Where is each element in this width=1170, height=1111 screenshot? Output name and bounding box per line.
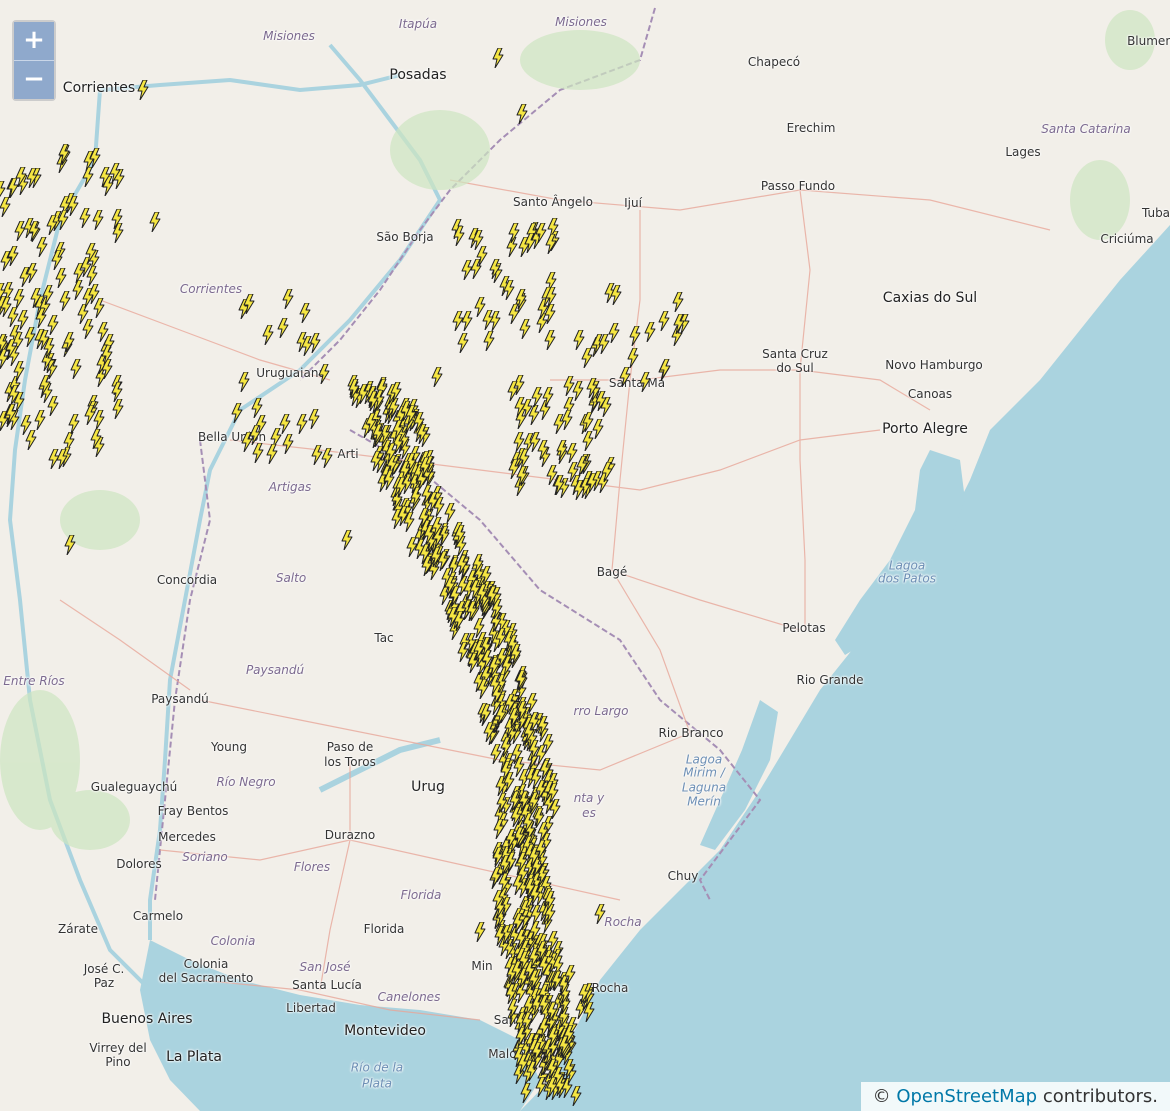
place-label: Erechim [786, 121, 836, 135]
zoom-control: + − [12, 20, 56, 101]
place-label: Colonia [210, 934, 256, 948]
place-label: Misiones [263, 29, 315, 43]
place-label: Flores [293, 860, 331, 874]
place-label: Paysandú [245, 663, 305, 677]
place-label: del Sacramento [158, 971, 254, 985]
place-label: Urug [411, 779, 445, 795]
place-label: Paz [93, 976, 115, 990]
place-label: Río de la [350, 1060, 404, 1075]
place-label: Young [211, 740, 247, 754]
place-label: Novo Hamburgo [885, 358, 983, 372]
place-label: Chapecó [747, 55, 801, 69]
place-label: dos Patos [878, 571, 936, 586]
place-label: Bella Unión [197, 430, 267, 444]
place-label: Rocha [591, 981, 629, 995]
place-label: Santo Ângelo [513, 195, 593, 209]
place-label: Colonia [183, 957, 229, 971]
place-label: Maldon [488, 1047, 532, 1061]
place-label: Ijuí [624, 196, 642, 210]
map-view[interactable]: Corrientes Posadas Itapúa Misiones Misiones C… [0, 0, 1170, 1111]
place-label: José C. [83, 962, 125, 976]
place-label: Tac [374, 631, 394, 645]
openstreetmap-link[interactable]: OpenStreetMap [896, 1086, 1037, 1107]
copyright-icon: © [872, 1086, 891, 1107]
zoom-in-button[interactable]: + [14, 22, 54, 60]
place-label: Río Negro [216, 775, 276, 789]
place-label: Zárate [58, 922, 98, 936]
place-label: Santa Ma [608, 376, 666, 390]
place-label: Paso de [326, 740, 374, 754]
place-label: nta y [573, 791, 605, 805]
place-label: Entre Ríos [3, 674, 65, 688]
place-label: Canoas [907, 387, 953, 401]
place-label: Salto [275, 571, 307, 585]
place-label: Fray Bentos [157, 804, 229, 818]
place-label: Santa Lucía [292, 978, 362, 992]
place-label: Porto Alegre [882, 421, 968, 437]
place-label: Rio Grande [796, 673, 864, 687]
place-label: Caxias do Sul [882, 290, 978, 306]
place-label: São Borja [376, 230, 434, 244]
place-label: Chuy [667, 869, 699, 883]
place-label: Misiones [555, 15, 607, 29]
place-label: Santa Cruz [762, 347, 828, 361]
place-label: rro Largo [573, 704, 629, 718]
place-label: Criciúma [1100, 232, 1154, 246]
place-label: Rio Branco [658, 726, 724, 740]
place-label: Blumen [1127, 34, 1170, 48]
place-label: Carmelo [132, 909, 184, 923]
place-label: Libertad [286, 1001, 336, 1015]
place-label: es [582, 806, 596, 820]
place-label: Bagé [596, 565, 628, 579]
place-label: Passo Fundo [760, 179, 836, 193]
place-label: Itapúa [398, 17, 438, 31]
basemap [0, 7, 1170, 1111]
attribution: © OpenStreetMap contributors. [860, 1082, 1170, 1111]
place-label: Lages [1005, 145, 1041, 159]
place-label: Virrey del [89, 1041, 147, 1055]
place-label: Posadas [389, 67, 447, 83]
place-label: Merín [687, 794, 721, 809]
place-label: Corrientes [62, 80, 136, 96]
place-label: La Plata [166, 1049, 222, 1065]
place-label: Dolores [116, 857, 162, 871]
place-label: Pino [105, 1055, 131, 1069]
place-label: San [493, 1013, 517, 1027]
place-label: Florida [400, 888, 442, 902]
place-label: Gualeguaychú [90, 780, 178, 794]
place-label: Soriano [182, 850, 228, 864]
place-label: Canelones [377, 990, 441, 1004]
zoom-out-button[interactable]: − [14, 60, 54, 99]
place-label: Pelotas [782, 621, 826, 635]
place-label: Artigas [268, 480, 312, 494]
place-label: Mirim / [683, 765, 725, 780]
place-label: Tuba [1141, 206, 1170, 220]
place-label: Concordia [156, 573, 218, 587]
place-label: Mercedes [158, 830, 216, 844]
place-label: Uruguaiana [256, 366, 326, 380]
place-label: Montevideo [344, 1023, 426, 1039]
place-label: Arti [337, 447, 359, 461]
place-label: Min [471, 959, 493, 973]
place-label: los Toros [324, 755, 376, 769]
place-label: Buenos Aires [101, 1011, 193, 1027]
place-label: Corrientes [179, 282, 243, 296]
atlantic-ocean [520, 225, 1170, 1111]
place-label: do Sul [776, 361, 814, 375]
place-label: San José [299, 960, 351, 974]
place-label: Santa Catarina [1041, 122, 1131, 136]
place-label: Florida [363, 922, 405, 936]
border-brazil-uruguay [349, 429, 762, 901]
place-label: Plata [362, 1076, 392, 1091]
attribution-suffix: contributors. [1042, 1086, 1158, 1107]
place-label: Durazno [324, 828, 376, 842]
place-label: Paysandú [151, 692, 209, 706]
place-label: Laguna [681, 780, 727, 795]
place-label: Rocha [604, 915, 642, 929]
